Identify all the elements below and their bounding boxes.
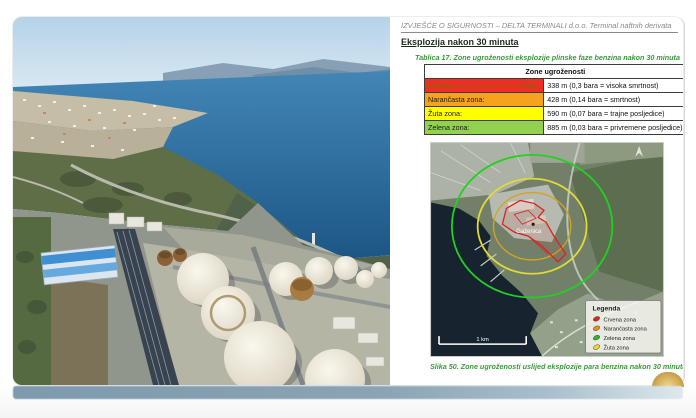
report-header: IZVJEŠĆE O SIGURNOSTI – DELTA TERMINALI … bbox=[401, 21, 678, 33]
zone-value-orange: 428 m (0,14 bara = smrtnost) bbox=[544, 93, 683, 107]
table-header-row: Zone ugroženosti bbox=[425, 65, 684, 79]
map-place-label: Gaženica bbox=[516, 229, 542, 235]
table-row-yellow: Žuta zona: 590 m (0,07 bara = trajne pos… bbox=[425, 107, 684, 121]
zone-label-orange: Narančasta zona: bbox=[425, 93, 544, 107]
hazard-map-figure: Gaženica Legenda Crvena zona Narančasta … bbox=[430, 142, 664, 357]
legend-yellow-label: Žuta zona bbox=[603, 344, 629, 352]
legend-green-label: Zelena zona bbox=[603, 336, 635, 342]
zone-value-yellow: 590 m (0,07 bara = trajne posljedice) bbox=[544, 107, 683, 121]
report-slide: IZVJEŠĆE O SIGURNOSTI – DELTA TERMINALI … bbox=[13, 17, 683, 385]
legend-red-label: Crvena zona bbox=[603, 317, 636, 323]
zone-value-red: 338 m (0,3 bara = visoka smrtnost) bbox=[544, 79, 683, 93]
table-header-cell: Zone ugroženosti bbox=[425, 65, 684, 79]
report-panel: IZVJEŠĆE O SIGURNOSTI – DELTA TERMINALI … bbox=[390, 17, 683, 385]
section-title: Eksplozija nakon 30 minuta bbox=[401, 37, 519, 47]
bottom-strip bbox=[13, 386, 683, 399]
hazard-map: Gaženica Legenda Crvena zona Narančasta … bbox=[430, 142, 664, 357]
zone-label-red: Crvena zona (zona domino efekta): bbox=[425, 79, 544, 93]
map-legend: Legenda Crvena zona Narančasta zona Zele… bbox=[586, 301, 661, 354]
dirt-patch bbox=[51, 277, 108, 385]
table-row-red: Crvena zona (zona domino efekta): 338 m … bbox=[425, 79, 684, 93]
page-background: IZVJEŠĆE O SIGURNOSTI – DELTA TERMINALI … bbox=[0, 0, 696, 418]
scale-label: 1 km bbox=[476, 337, 489, 343]
table-caption: Tablica 17. Zone ugroženosti eksplozije … bbox=[415, 53, 680, 62]
zone-label-yellow: Žuta zona: bbox=[425, 107, 544, 121]
legend-orange-label: Narančasta zona bbox=[603, 327, 647, 333]
aerial-photo-terminal bbox=[13, 17, 390, 385]
zone-label-green: Zelena zona: bbox=[425, 121, 544, 135]
zone-value-green: 885 m (0,03 bara = privremene posljedice… bbox=[544, 121, 683, 135]
table-row-green: Zelena zona: 885 m (0,03 bara = privreme… bbox=[425, 121, 684, 135]
legend-title: Legenda bbox=[593, 305, 621, 312]
hazard-zones-table: Zone ugroženosti Crvena zona (zona domin… bbox=[424, 64, 683, 135]
explosion-center-marker bbox=[532, 223, 535, 226]
lighthouse bbox=[312, 233, 315, 245]
table-row-orange: Narančasta zona: 428 m (0,14 bara = smrt… bbox=[425, 93, 684, 107]
figure-caption: Slika 50. Zone ugroženosti uslijed ekspl… bbox=[430, 362, 683, 371]
